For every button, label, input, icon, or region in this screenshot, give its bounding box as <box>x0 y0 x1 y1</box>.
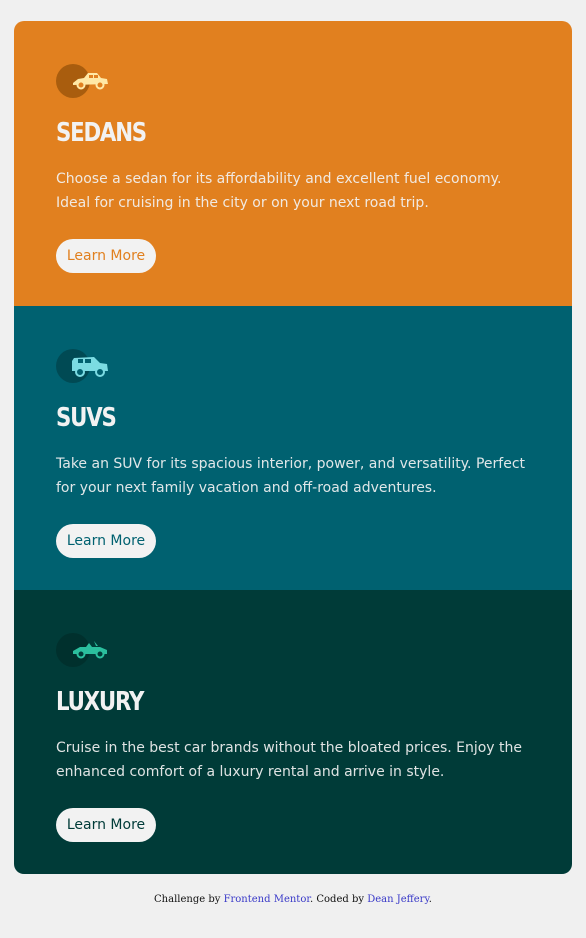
learn-more-button-luxury[interactable]: Learn More <box>56 808 156 842</box>
card-suvs: SUVs Take an SUV for its spacious interi… <box>14 306 572 590</box>
suv-car-icon <box>56 348 116 384</box>
card-description: Cruise in the best car brands without th… <box>56 740 523 780</box>
sedan-car-icon <box>56 63 116 99</box>
card-luxury: Luxury Cruise in the best car brands wit… <box>14 590 572 874</box>
learn-more-button-suvs[interactable]: Learn More <box>56 524 156 558</box>
attribution-prefix: Challenge by <box>154 894 224 905</box>
author-link[interactable]: Dean Jeffery <box>367 894 429 905</box>
attribution-middle: . Coded by <box>310 894 368 905</box>
luxury-car-icon <box>56 632 116 668</box>
card-description: Take an SUV for its spacious interior, p… <box>56 456 525 496</box>
cards-container: Sedans Choose a sedan for its affordabil… <box>14 21 572 874</box>
frontend-mentor-link[interactable]: Frontend Mentor <box>224 894 310 905</box>
luxury-svg <box>73 641 107 659</box>
card-title: Luxury <box>56 687 144 717</box>
card-title: SUVs <box>56 403 117 433</box>
learn-more-button-sedans[interactable]: Learn More <box>56 239 156 273</box>
attribution: Challenge by Frontend Mentor. Coded by D… <box>0 894 586 905</box>
card-title: Sedans <box>56 118 147 148</box>
suv-svg <box>72 357 108 377</box>
sedan-svg <box>73 73 108 90</box>
card-description: Choose a sedan for its affordability and… <box>56 171 502 211</box>
attribution-suffix: . <box>428 894 432 905</box>
card-sedans: Sedans Choose a sedan for its affordabil… <box>14 21 572 306</box>
